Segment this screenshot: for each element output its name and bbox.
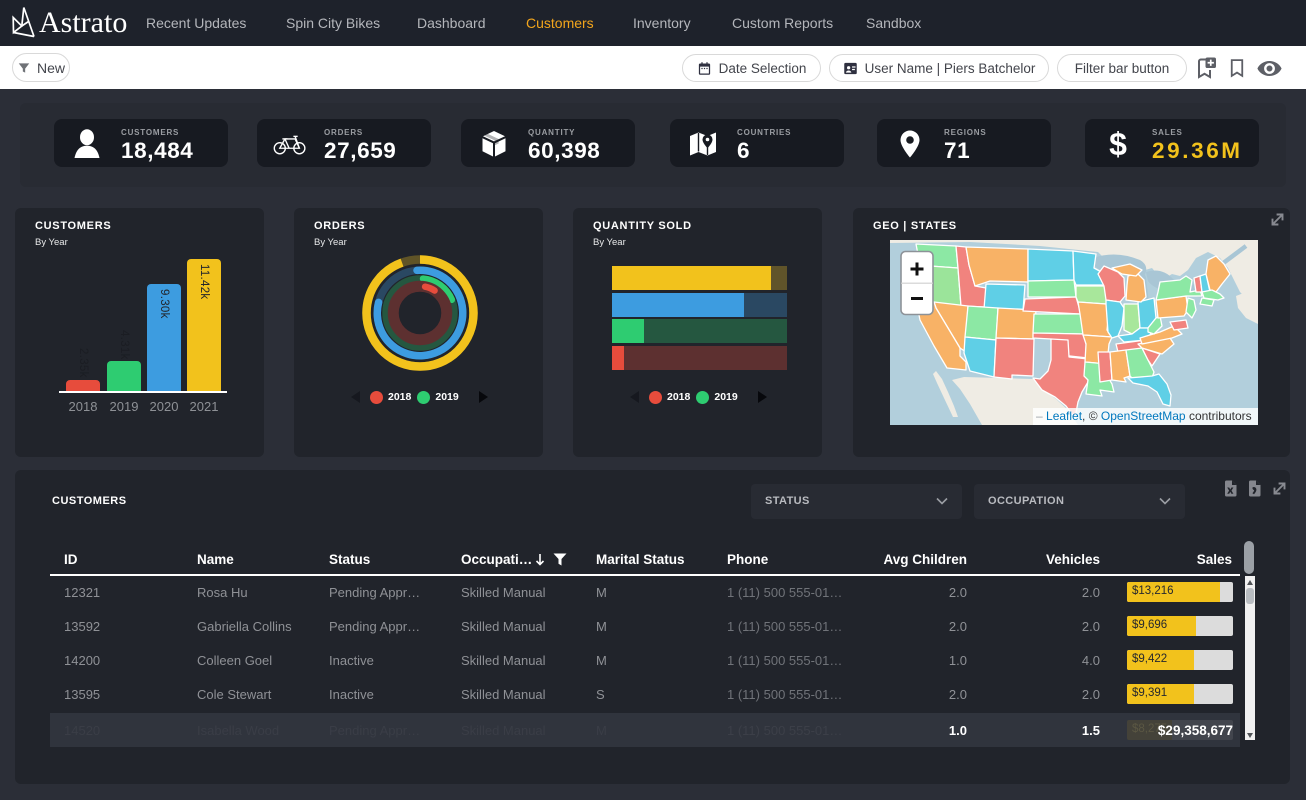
svg-text:– Leaflet, © OpenStreetMap con: – Leaflet, © OpenStreetMap contributors	[1036, 409, 1252, 423]
